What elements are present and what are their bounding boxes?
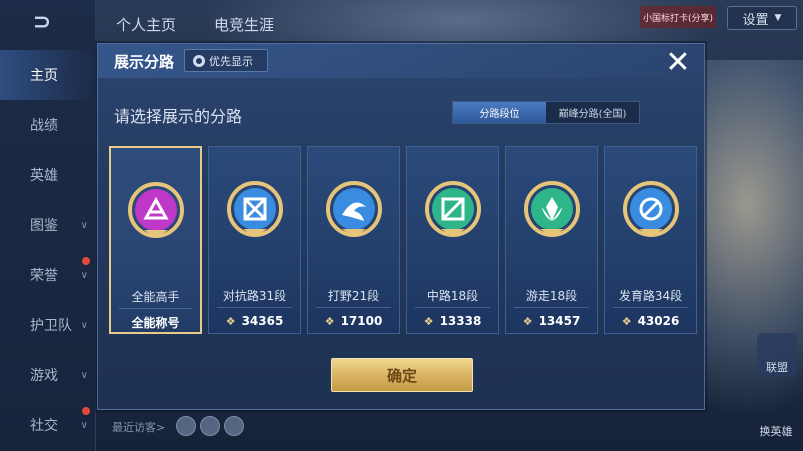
points-value: 13338	[439, 314, 482, 328]
jungle-emblem-icon	[325, 181, 382, 237]
swap-hero-button[interactable]: 换英雄	[752, 395, 800, 441]
settings-button[interactable]: 设置 ▼	[727, 6, 797, 30]
avatar[interactable]	[176, 416, 196, 436]
roam-emblem-icon	[523, 181, 580, 237]
sidebar-item-collection[interactable]: 图鉴 ∨	[0, 200, 96, 250]
chevron-down-icon: ∨	[80, 269, 88, 281]
points-value: 17100	[340, 314, 383, 328]
points-value: 13457	[538, 314, 581, 328]
left-sidebar: ⊃ 主页 战绩 英雄 图鉴 ∨ 荣誉 ∨ 护卫队 ∨ 游戏 ∨ 社交 ∨	[0, 0, 96, 451]
lane-card-farm[interactable]: 发育路34段 ❖ 43026	[604, 146, 697, 334]
sidebar-item-label: 荣誉	[30, 268, 58, 284]
back-button[interactable]: ⊃	[20, 10, 64, 36]
clash-lane-emblem-icon	[226, 181, 283, 237]
rank-points-icon: ❖	[423, 314, 434, 328]
rank-points-icon: ❖	[522, 314, 533, 328]
lane-points: ❖ 17100	[308, 314, 399, 328]
lane-name: 打野21段	[327, 289, 380, 303]
chevron-down-icon: ▼	[774, 13, 782, 23]
avatar[interactable]	[200, 416, 220, 436]
priority-display-button[interactable]: 优先显示	[184, 49, 268, 72]
notification-dot	[82, 257, 90, 265]
card-divider	[415, 307, 490, 308]
recent-visitors-link[interactable]: 最近访客>	[112, 419, 165, 435]
rank-points-icon: ❖	[225, 314, 236, 328]
gear-icon	[193, 54, 205, 67]
close-icon[interactable]: ✕	[663, 48, 693, 79]
lane-card-roam[interactable]: 游走18段 ❖ 13457	[505, 146, 598, 334]
avatar[interactable]	[224, 416, 244, 436]
lane-name: 全能高手	[131, 290, 180, 304]
sidebar-item-label: 游戏	[30, 368, 58, 384]
chevron-down-icon: ∨	[80, 219, 88, 231]
sidebar-item-guard[interactable]: 护卫队 ∨	[0, 300, 96, 350]
settings-label: 设置	[742, 12, 769, 28]
sidebar-item-label: 图鉴	[30, 218, 58, 234]
lane-points: ❖ 13457	[506, 314, 597, 328]
chevron-down-icon: ∨	[80, 419, 88, 431]
sidebar-item-social[interactable]: 社交 ∨	[0, 400, 96, 450]
rank-points-icon: ❖	[324, 314, 335, 328]
alliance-button[interactable]: 联盟	[757, 333, 797, 377]
lane-card-clash[interactable]: 对抗路31段 ❖ 34365	[208, 146, 301, 334]
sidebar-item-home[interactable]: 主页	[0, 50, 96, 100]
sidebar-item-record[interactable]: 战绩	[0, 100, 96, 150]
notification-dot	[82, 407, 90, 415]
card-divider	[217, 307, 292, 308]
lane-name: 对抗路31段	[222, 289, 287, 303]
mid-lane-emblem-icon	[424, 181, 481, 237]
sidebar-item-games[interactable]: 游戏 ∨	[0, 350, 96, 400]
tab-profile[interactable]: 个人主页	[116, 14, 176, 35]
card-divider	[613, 307, 688, 308]
lane-points: ❖ 13338	[407, 314, 498, 328]
sidebar-item-label: 英雄	[30, 168, 58, 184]
dialog-title: 展示分路	[114, 53, 175, 71]
lane-mode-toggle: 分路段位 巅峰分路(全国)	[452, 101, 640, 124]
points-value: 34365	[241, 314, 284, 328]
points-value: 43026	[637, 314, 680, 328]
card-divider	[316, 307, 391, 308]
sidebar-item-honor[interactable]: 荣誉 ∨	[0, 250, 96, 300]
sidebar-item-label: 社交	[30, 418, 58, 434]
card-divider	[514, 307, 589, 308]
sidebar-item-heroes[interactable]: 英雄	[0, 150, 96, 200]
sidebar-item-label: 护卫队	[30, 318, 72, 334]
chevron-down-icon: ∨	[80, 319, 88, 331]
card-divider	[119, 308, 192, 309]
lane-display-dialog: 展示分路 优先显示 ✕ 请选择展示的分路 分路段位 巅峰分路(全国) 全能高手 …	[97, 43, 705, 410]
lane-card-jungle[interactable]: 打野21段 ❖ 17100	[307, 146, 400, 334]
allround-emblem-icon	[127, 182, 184, 238]
sidebar-item-label: 战绩	[30, 118, 58, 134]
farm-lane-emblem-icon	[622, 181, 679, 237]
lane-card-mid[interactable]: 中路18段 ❖ 13338	[406, 146, 499, 334]
checkin-badge[interactable]: 小国标打卡(分享)	[640, 6, 716, 28]
tab-lane-rank[interactable]: 分路段位	[453, 102, 546, 123]
lane-card-allround[interactable]: 全能高手 全能称号	[109, 146, 202, 334]
priority-display-label: 优先显示	[209, 54, 253, 68]
confirm-button[interactable]: 确定	[331, 358, 473, 392]
rank-points-icon: ❖	[621, 314, 632, 328]
chevron-down-icon: ∨	[80, 369, 88, 381]
tab-esports[interactable]: 电竞生涯	[214, 14, 274, 35]
lane-name: 中路18段	[426, 289, 479, 303]
lane-title-label: 全能称号	[131, 316, 180, 330]
dialog-prompt: 请选择展示的分路	[114, 107, 243, 126]
tab-peak-lane[interactable]: 巅峰分路(全国)	[546, 102, 639, 123]
lane-name: 发育路34段	[618, 289, 683, 303]
lane-points: ❖ 34365	[209, 314, 300, 328]
lane-name: 游走18段	[525, 289, 578, 303]
lane-points: ❖ 43026	[605, 314, 696, 328]
sidebar-item-label: 主页	[30, 68, 58, 84]
